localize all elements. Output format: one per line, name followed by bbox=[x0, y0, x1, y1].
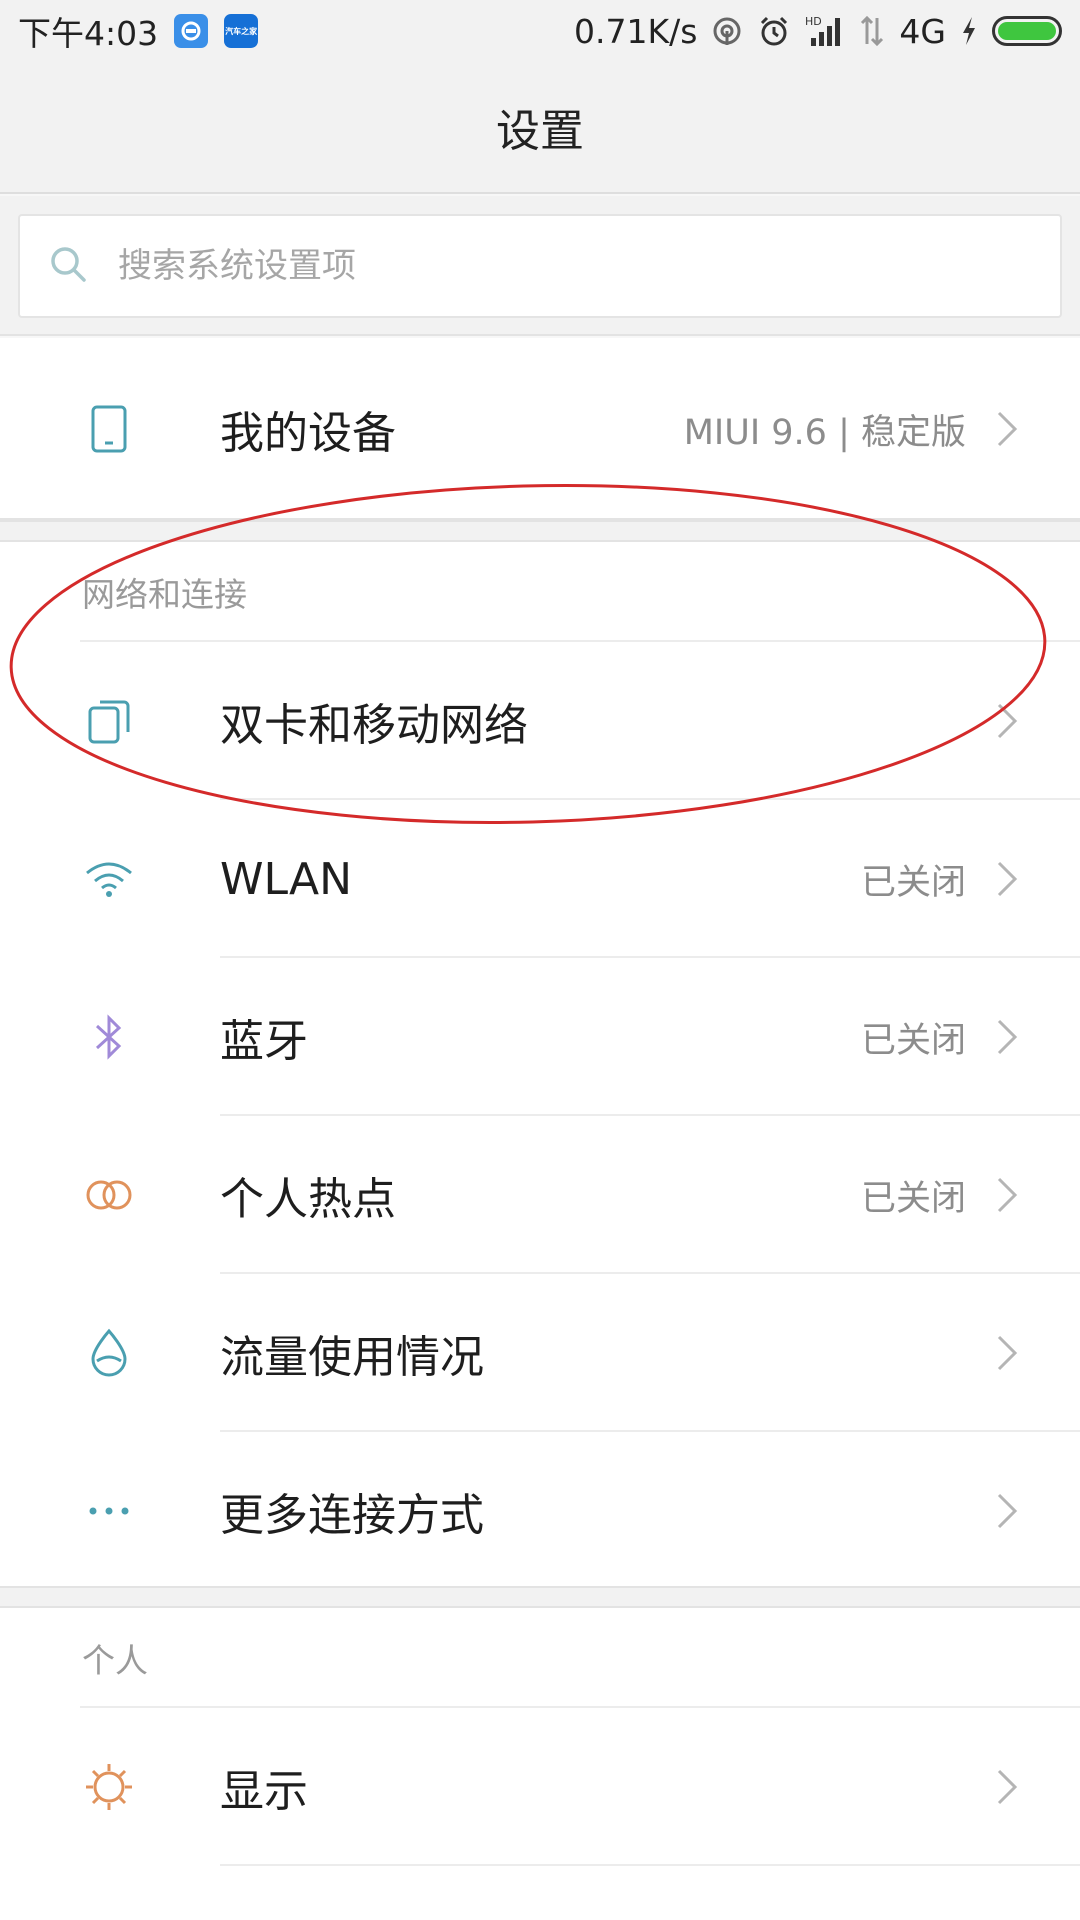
title-bar: 设置 bbox=[0, 62, 1080, 194]
signal-icon: HD bbox=[805, 14, 845, 48]
row-label: 流量使用情况 bbox=[220, 1332, 484, 1383]
search-area bbox=[0, 196, 1080, 336]
car-app-icon: 汽车之家 bbox=[224, 14, 259, 48]
network-speed: 0.71K/s bbox=[573, 11, 698, 51]
row-label: 显示 bbox=[220, 1766, 308, 1817]
row-bluetooth[interactable]: 蓝牙 已关闭 bbox=[0, 958, 1080, 1116]
section-title: 网络和连接 bbox=[82, 575, 247, 614]
chevron-right-icon bbox=[996, 1173, 1024, 1217]
row-more-connections[interactable]: 更多连接方式 bbox=[0, 1432, 1080, 1590]
section-gap bbox=[0, 1586, 1080, 1608]
chevron-right-icon bbox=[996, 1765, 1024, 1809]
network-group: 网络和连接 双卡和移动网络 WLAN 已关闭 蓝牙 已关闭 个人热点 已关闭 流… bbox=[0, 542, 1080, 1590]
row-label: 蓝牙 bbox=[220, 1016, 308, 1067]
row-wlan[interactable]: WLAN 已关闭 bbox=[0, 800, 1080, 958]
battery-icon bbox=[992, 16, 1062, 46]
row-label: 我的设备 bbox=[220, 408, 396, 459]
row-dual-sim[interactable]: 双卡和移动网络 bbox=[0, 642, 1080, 800]
status-time: 下午4:03 bbox=[18, 14, 159, 53]
section-title: 个人 bbox=[82, 1641, 148, 1680]
charging-icon bbox=[960, 15, 978, 47]
svg-text:HD: HD bbox=[805, 15, 822, 28]
wifi-icon bbox=[82, 852, 136, 906]
alarm-icon bbox=[757, 14, 791, 48]
hotspot-status-icon bbox=[711, 15, 743, 47]
chevron-right-icon bbox=[996, 407, 1024, 451]
section-gap bbox=[0, 520, 1080, 542]
search-box[interactable] bbox=[18, 214, 1062, 318]
row-hotspot[interactable]: 个人热点 已关闭 bbox=[0, 1116, 1080, 1274]
more-icon bbox=[82, 1484, 136, 1538]
chevron-right-icon bbox=[996, 699, 1024, 743]
row-data-usage[interactable]: 流量使用情况 bbox=[0, 1274, 1080, 1432]
hotspot-icon bbox=[82, 1168, 136, 1222]
row-label: WLAN bbox=[220, 853, 353, 905]
device-group: 我的设备 MIUI 9.6 | 稳定版 bbox=[0, 338, 1080, 520]
personal-group: 个人 显示 bbox=[0, 1608, 1080, 1920]
row-value: 已关闭 bbox=[860, 1178, 966, 1219]
row-value: 已关闭 bbox=[860, 862, 966, 903]
chevron-right-icon bbox=[996, 857, 1024, 901]
brightness-icon bbox=[82, 1760, 136, 1814]
row-display[interactable]: 显示 bbox=[0, 1708, 1080, 1866]
phone-icon bbox=[82, 402, 136, 456]
bluetooth-icon bbox=[82, 1010, 136, 1064]
data-usage-icon bbox=[82, 1326, 136, 1380]
chevron-right-icon bbox=[996, 1331, 1024, 1375]
chevron-right-icon bbox=[996, 1015, 1024, 1059]
section-header-personal: 个人 bbox=[0, 1608, 1080, 1708]
page-title: 设置 bbox=[496, 106, 584, 157]
chevron-right-icon bbox=[996, 1489, 1024, 1533]
row-label: 个人热点 bbox=[220, 1174, 396, 1225]
row-value: 已关闭 bbox=[860, 1020, 966, 1061]
data-icon bbox=[859, 14, 885, 48]
row-my-device[interactable]: 我的设备 MIUI 9.6 | 稳定版 bbox=[0, 338, 1080, 520]
row-label: 双卡和移动网络 bbox=[220, 700, 528, 751]
network-type: 4G bbox=[899, 11, 946, 51]
row-value: MIUI 9.6 | 稳定版 bbox=[683, 412, 966, 453]
message-app-icon bbox=[174, 14, 209, 48]
status-bar: 下午4:03 汽车之家 0.71K/s HD 4G bbox=[0, 0, 1080, 62]
search-input[interactable] bbox=[118, 246, 1018, 286]
search-icon bbox=[48, 244, 88, 288]
row-label: 更多连接方式 bbox=[220, 1490, 484, 1541]
section-header-network: 网络和连接 bbox=[0, 542, 1080, 642]
dual-sim-icon bbox=[82, 694, 136, 748]
